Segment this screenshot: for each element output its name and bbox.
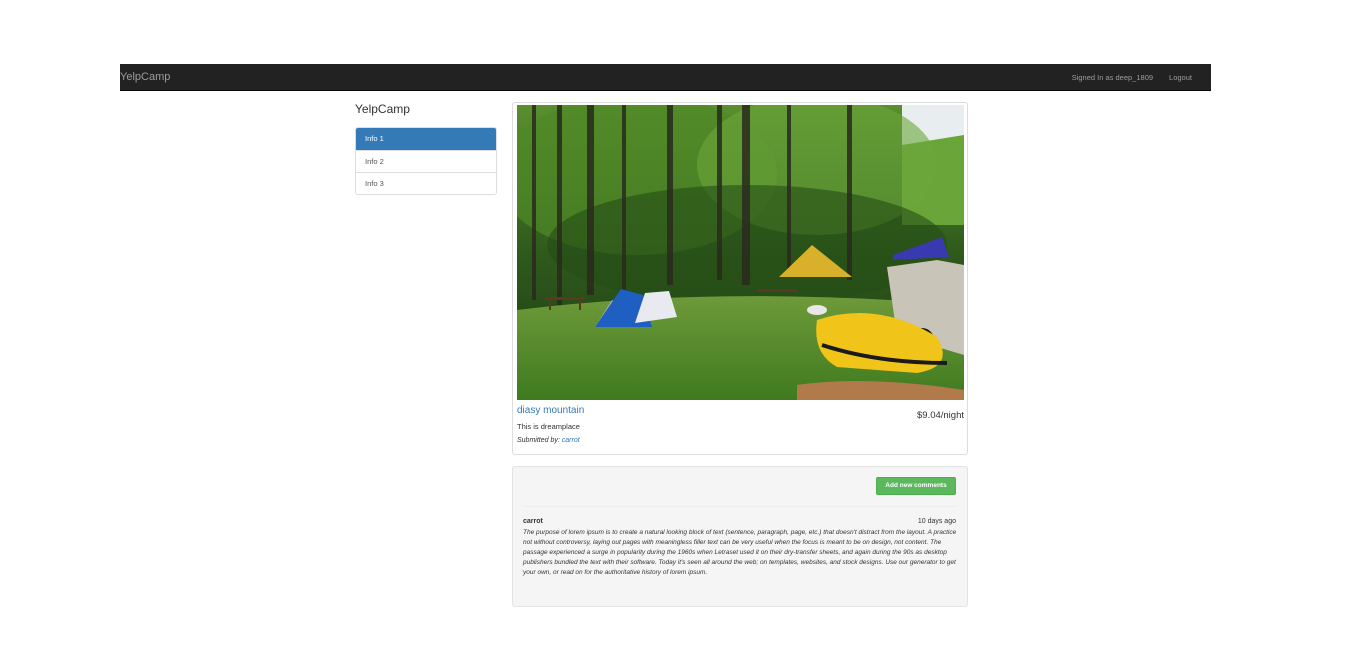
navbar-right: Signed In as deep_1809 Logout (1064, 64, 1211, 90)
sidebar-list: Info 1 Info 2 Info 3 (355, 127, 497, 195)
sidebar-item-info-2[interactable]: Info 2 (356, 150, 496, 172)
navbar: YelpCamp Signed In as deep_1809 Logout (120, 64, 1211, 91)
sidebar-item-info-1[interactable]: Info 1 (356, 128, 496, 150)
comment-text: The purpose of lorem ipsum is to create … (523, 529, 957, 576)
comment-date: 10 days ago (917, 518, 956, 525)
signed-in-text[interactable]: Signed In as deep_1809 (1064, 73, 1161, 82)
logout-link[interactable]: Logout (1161, 73, 1211, 82)
sidebar-title: YelpCamp (355, 102, 410, 116)
submitted-by: Submitted by: carrot (517, 437, 580, 444)
campground-card: diasy mountain $9.04/night This is dream… (512, 102, 968, 455)
submitted-by-label: Submitted by: (517, 437, 560, 444)
submitted-by-author-link[interactable]: carrot (562, 437, 580, 444)
comment-author: carrot (523, 518, 543, 525)
navbar-brand[interactable]: YelpCamp (120, 64, 170, 90)
add-comment-button[interactable]: Add new comments (876, 477, 956, 495)
campground-price: $9.04/night (916, 410, 964, 421)
comments-divider (523, 506, 957, 507)
campground-image (517, 105, 964, 400)
campground-description: This is dreamplace (517, 422, 580, 431)
comments-panel: Add new comments carrot 10 days ago The … (512, 466, 968, 607)
sidebar-item-info-3[interactable]: Info 3 (356, 172, 496, 194)
campground-name-link[interactable]: diasy mountain (517, 405, 584, 416)
